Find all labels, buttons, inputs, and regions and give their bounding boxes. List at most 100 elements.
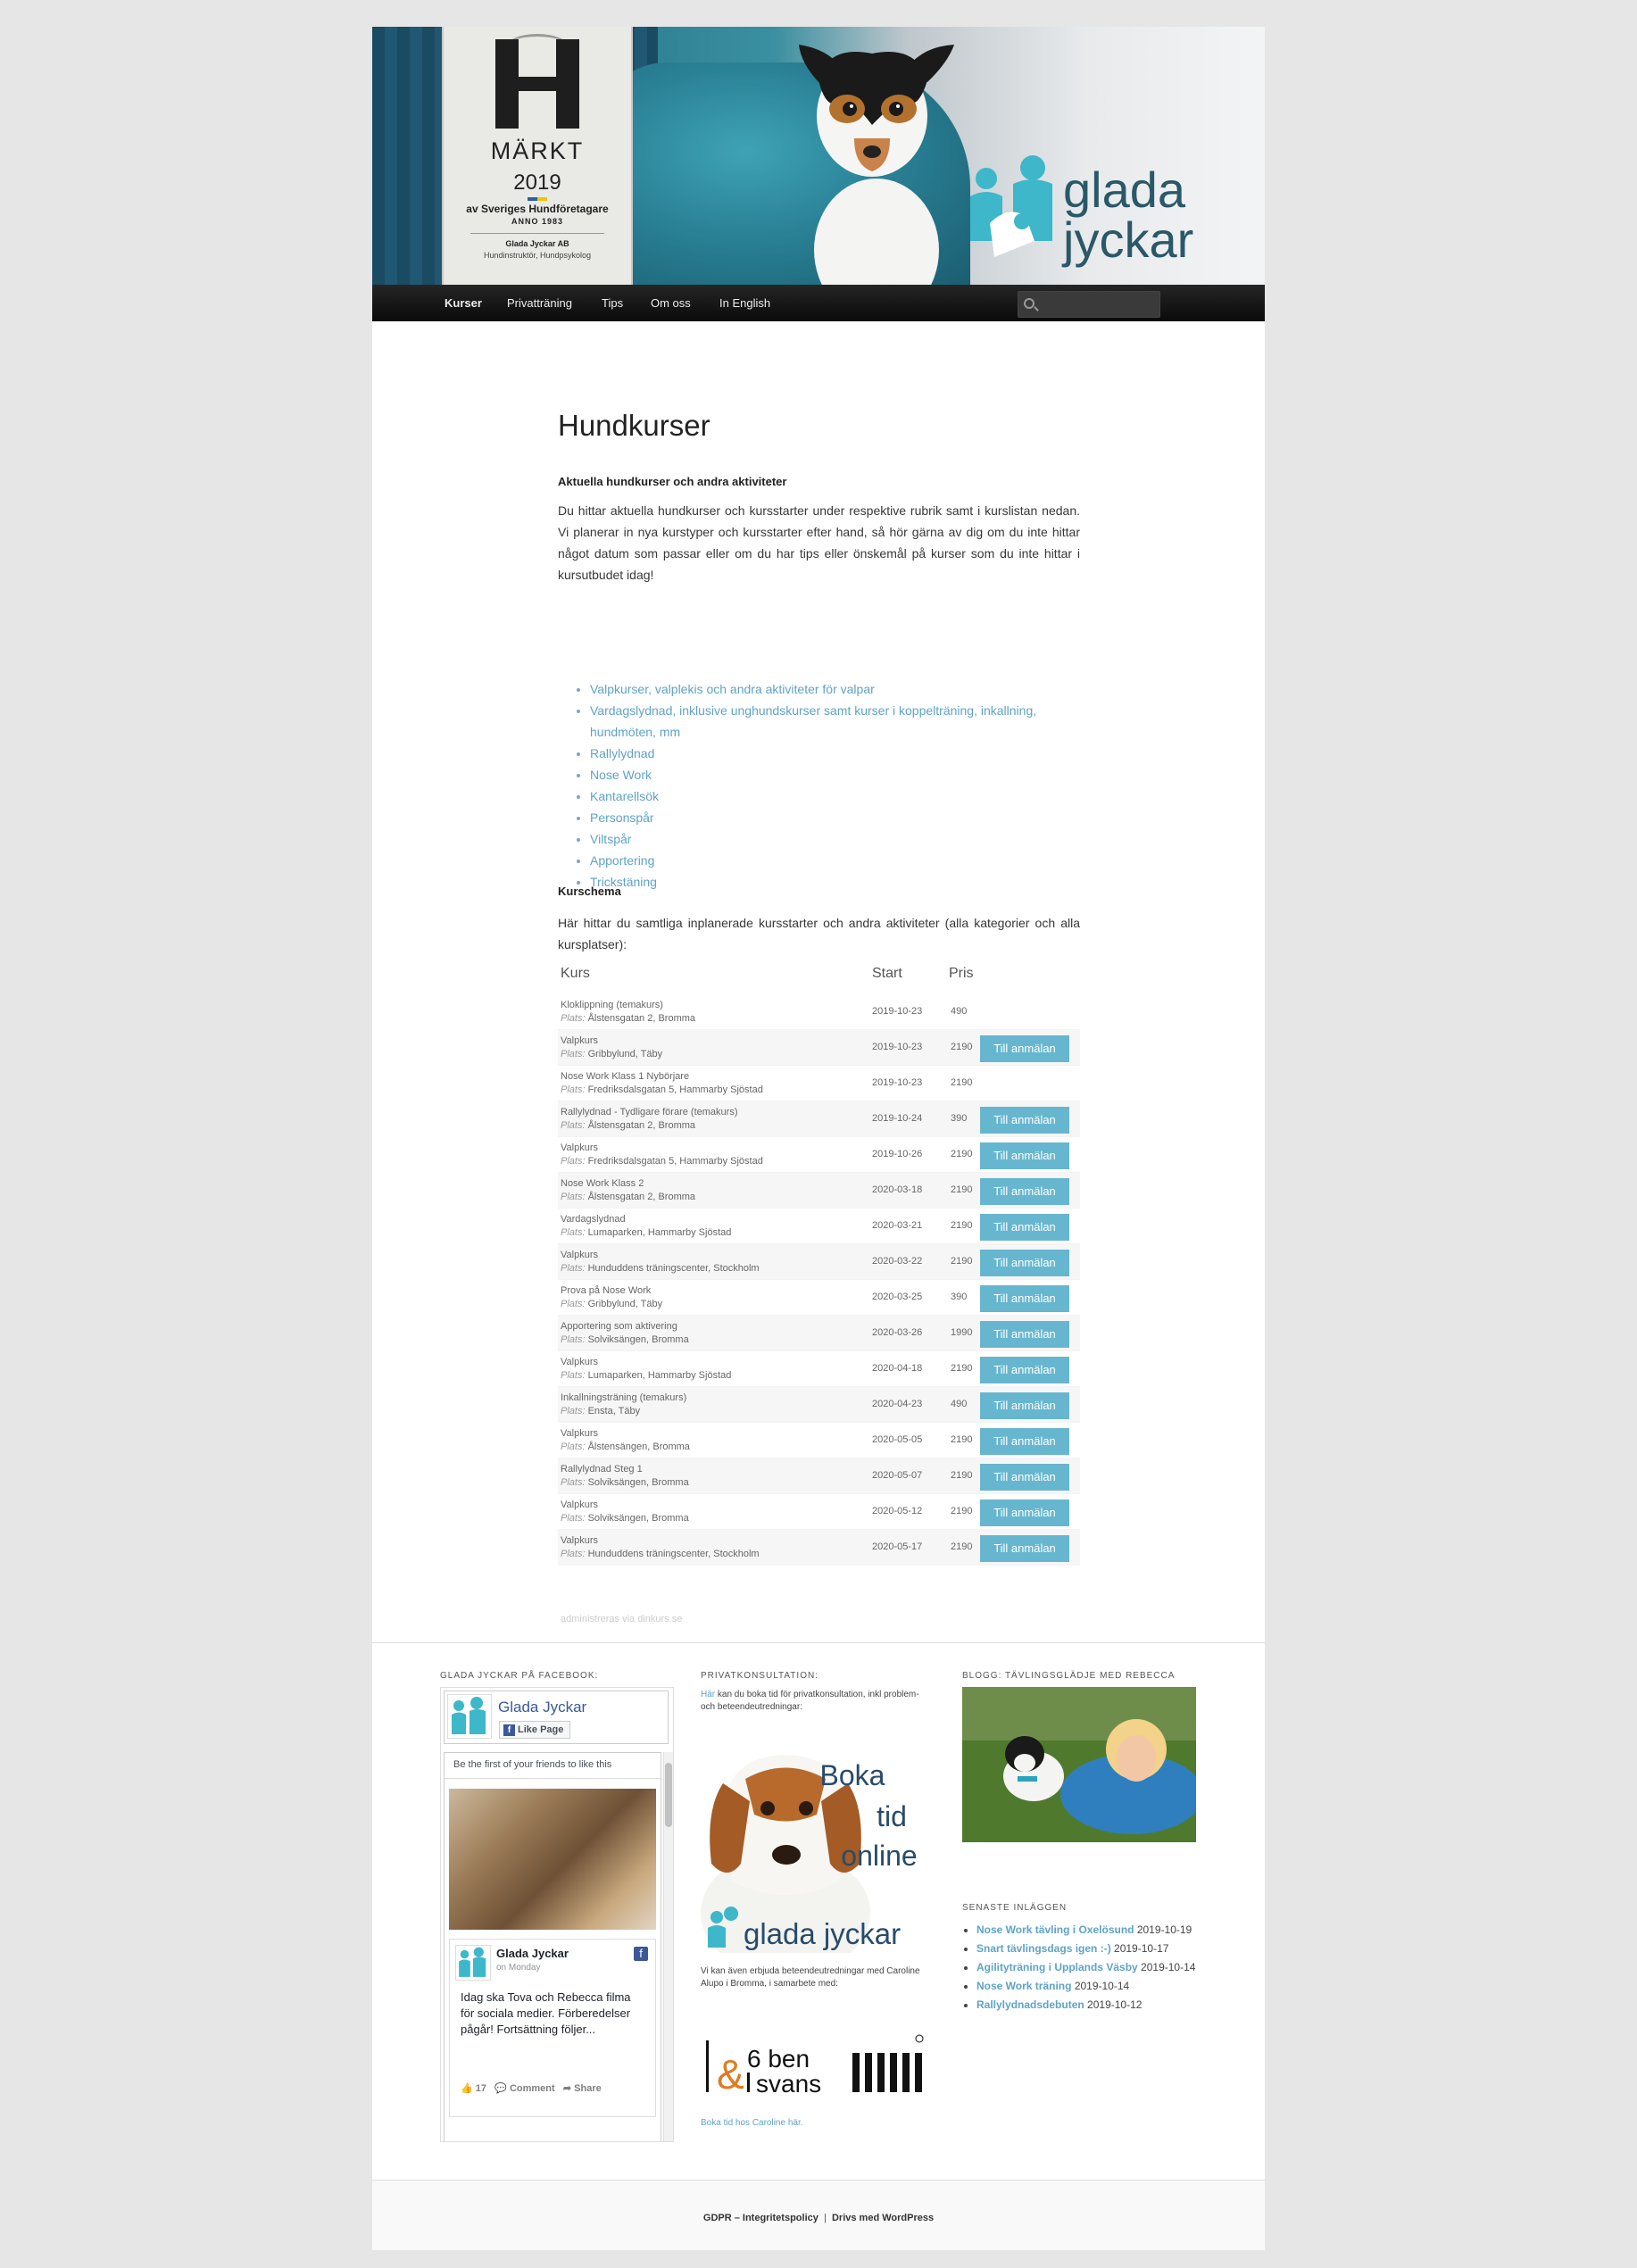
category-link-personspar[interactable]: Personspår <box>590 810 654 825</box>
course-cell: Inkallningsträning (temakurs) Plats: Enst… <box>561 1392 686 1418</box>
category-link-apportering[interactable]: Apportering <box>590 853 654 868</box>
course-cell: Valpkurs Plats: Fredriksdalsgatan 5, Hamm… <box>561 1142 763 1168</box>
place-label: Plats: <box>561 1192 586 1202</box>
caroline-booking-link[interactable]: Boka tid hos Caroline här. <box>701 2117 803 2130</box>
place-label: Plats: <box>561 1049 586 1059</box>
nav-item-kurser[interactable]: Kurser <box>445 285 482 321</box>
facebook-page-name[interactable]: Glada Jyckar <box>498 1699 586 1716</box>
boka-word-3: online <box>841 1840 917 1872</box>
signup-button[interactable]: Till anmälan <box>980 1464 1069 1491</box>
gdpr-link[interactable]: GDPR – Integritetspolicy <box>703 2213 818 2223</box>
course-start: 2019-10-23 <box>872 1077 923 1088</box>
course-name: Valpkurs <box>561 1428 598 1439</box>
course-cell: Rallylydnad Steg 1 Plats: Solviksängen, B… <box>561 1463 689 1490</box>
signup-button[interactable]: Till anmälan <box>980 1321 1069 1348</box>
facebook-post-photo[interactable] <box>449 1789 656 1930</box>
boka-logo-text: glada jyckar <box>744 1917 901 1950</box>
site-footer: GDPR – Integritetspolicy | Drivs med Wor… <box>372 2180 1265 2250</box>
category-link-nose-work[interactable]: Nose Work <box>590 768 652 782</box>
category-link-rallylydnad[interactable]: Rallylydnad <box>590 746 654 760</box>
course-name: Nose Work Klass 2 <box>561 1178 644 1189</box>
boka-tid-online-banner[interactable]: Boka tid online glada jyckar <box>701 1730 935 1975</box>
course-name: Valpkurs <box>561 1035 598 1046</box>
header-banner[interactable]: MÄRKT 2019 av Sveriges Hundföretagare AN… <box>372 27 1265 285</box>
facebook-icon[interactable]: f <box>634 1947 648 1961</box>
course-name: Kloklippning (temakurs) <box>561 1000 663 1010</box>
signup-button[interactable]: Till anmälan <box>980 1107 1069 1134</box>
partner-amp: & <box>717 2051 744 2098</box>
search-input[interactable] <box>1018 291 1160 318</box>
widget-title-facebook: Glada Jyckar på Facebook: <box>440 1671 599 1681</box>
sex-ben-svans-logo[interactable]: & 6 ben svans <box>701 2026 935 2106</box>
course-place: Fredriksdalsgatan 5, Hammarby Sjöstad <box>587 1156 763 1167</box>
post-link[interactable]: Snart tävlingsdags igen :-) <box>976 1942 1111 1955</box>
private-consult-link[interactable]: Här <box>701 1690 715 1699</box>
badge-subtitle: Hundinstruktör, Hundpsykolog <box>483 251 592 260</box>
signup-button[interactable]: Till anmälan <box>980 1535 1069 1562</box>
table-row: Rallylydnad Steg 1 Plats: Solviksängen, B… <box>558 1458 1080 1494</box>
signup-button[interactable]: Till anmälan <box>980 1357 1069 1383</box>
logo-text-glada: glada <box>1063 162 1186 218</box>
facebook-page-header: Glada Jyckar Like Page <box>444 1691 669 1744</box>
comment-button[interactable]: Comment <box>510 2083 555 2094</box>
course-name: Valpkurs <box>561 1357 598 1367</box>
wordpress-link[interactable]: Drivs med WordPress <box>832 2213 934 2223</box>
table-row: Valpkurs Plats: Gribbylund, Täby 2019-10-2… <box>558 1030 1080 1066</box>
facebook-post-avatar[interactable] <box>455 1945 491 1981</box>
page: MÄRKT 2019 av Sveriges Hundföretagare AN… <box>372 27 1265 2250</box>
course-start: 2020-04-18 <box>872 1363 923 1374</box>
facebook-scrollbar[interactable] <box>663 1752 673 2141</box>
course-price: 2190 <box>951 1077 973 1088</box>
category-link-kantarellsok[interactable]: Kantarellsök <box>590 789 659 803</box>
facebook-avatar[interactable] <box>447 1694 492 1739</box>
course-price: 2190 <box>951 1220 973 1231</box>
facebook-widget[interactable]: Glada Jyckar Like Page Be the first of y… <box>440 1687 674 2142</box>
blog-image[interactable] <box>962 1687 1196 1842</box>
course-cell: Valpkurs Plats: Ålstensängen, Bromma <box>561 1427 690 1454</box>
place-label: Plats: <box>561 1263 586 1274</box>
share-button[interactable]: Share <box>574 2083 602 2094</box>
category-link-viltspar[interactable]: Viltspår <box>590 832 631 846</box>
nav-item-privattraning[interactable]: Privatträning <box>507 285 572 321</box>
signup-button[interactable]: Till anmälan <box>980 1250 1069 1276</box>
facebook-like-button[interactable]: Like Page <box>499 1721 570 1739</box>
nav-item-in-english[interactable]: In English <box>719 285 770 321</box>
nav-item-tips[interactable]: Tips <box>602 285 623 321</box>
category-link-vardagslydnad[interactable]: Vardagslydnad, inklusive unghundskurser … <box>590 703 1036 739</box>
admin-note[interactable]: administreras via dinkurs.se <box>561 1614 682 1624</box>
post-link[interactable]: Nose Work träning <box>976 1980 1071 1992</box>
post-link[interactable]: Nose Work tävling i Oxelösund <box>976 1923 1134 1936</box>
course-price: 2190 <box>951 1541 973 1552</box>
place-label: Plats: <box>561 1227 586 1238</box>
course-name: Nose Work Klass 1 Nybörjare <box>561 1071 690 1082</box>
course-place: Fredriksdalsgatan 5, Hammarby Sjöstad <box>587 1084 763 1095</box>
course-place: Gribbylund, Täby <box>587 1299 663 1309</box>
post-link[interactable]: Rallylydnadsdebuten <box>976 1998 1084 2011</box>
course-place: Hunduddens träningscenter, Stockholm <box>587 1263 760 1274</box>
partner-brand-1: 6 ben <box>747 2045 810 2073</box>
schedule-intro: Här hittar du samtliga inplanerade kurss… <box>558 916 1080 951</box>
signup-button[interactable]: Till anmälan <box>980 1285 1069 1312</box>
course-price: 2190 <box>951 1434 973 1445</box>
like-count: 17 <box>475 2083 487 2094</box>
course-start: 2020-03-18 <box>872 1184 923 1195</box>
signup-button[interactable]: Till anmälan <box>980 1392 1069 1419</box>
post-link[interactable]: Agilityträning i Upplands Väsby <box>976 1961 1138 1973</box>
signup-button[interactable]: Till anmälan <box>980 1214 1069 1241</box>
course-table: Kurs Start Pris Kloklippning (temakurs) P… <box>558 966 1080 1566</box>
place-label: Plats: <box>561 1370 586 1381</box>
facebook-friends-text: Be the first of your friends to like thi… <box>453 1759 612 1770</box>
course-place: Ålstensgatan 2, Bromma <box>587 1192 696 1202</box>
place-label: Plats: <box>561 1299 586 1309</box>
facebook-post-date[interactable]: on Monday <box>496 1963 540 1973</box>
signup-button[interactable]: Till anmälan <box>980 1428 1069 1455</box>
signup-button[interactable]: Till anmälan <box>980 1178 1069 1205</box>
table-row: Nose Work Klass 1 Nybörjare Plats: Fredri… <box>558 1066 1080 1101</box>
like-icon[interactable]: 👍 <box>461 2083 476 2094</box>
signup-button[interactable]: Till anmälan <box>980 1500 1069 1526</box>
signup-button[interactable]: Till anmälan <box>980 1142 1069 1169</box>
facebook-post-author[interactable]: Glada Jyckar <box>496 1947 569 1960</box>
signup-button[interactable]: Till anmälan <box>980 1035 1069 1062</box>
category-link-valpkurser[interactable]: Valpkurser, valplekis och andra aktivite… <box>590 682 875 696</box>
nav-item-om-oss[interactable]: Om oss <box>651 285 691 321</box>
